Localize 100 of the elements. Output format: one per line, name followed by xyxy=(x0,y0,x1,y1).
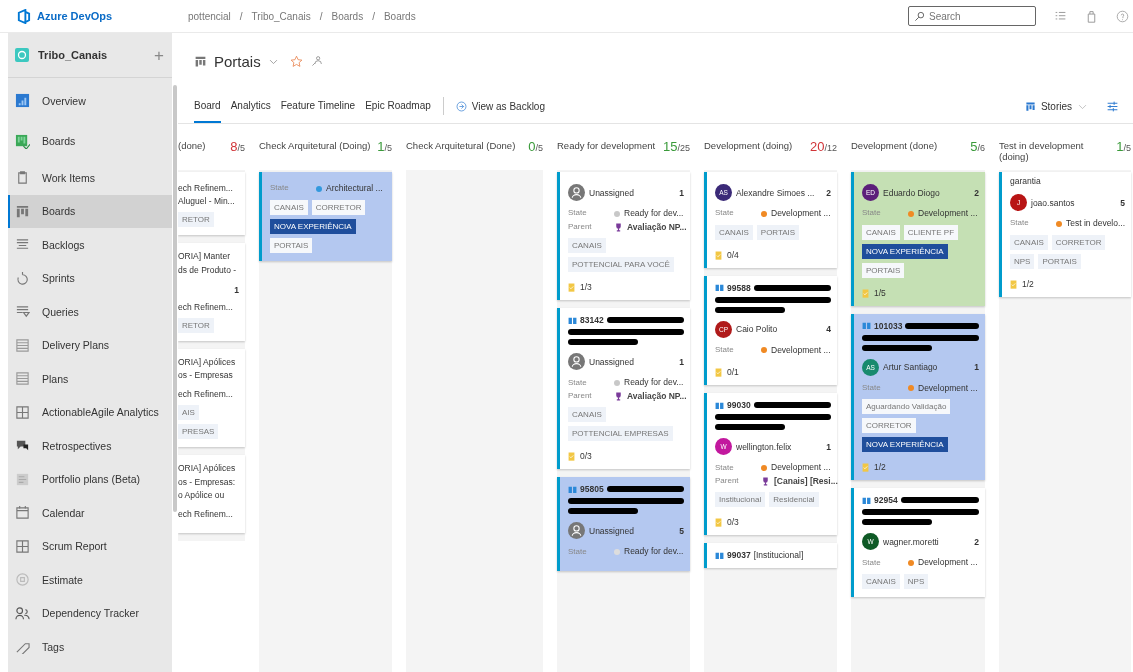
tag[interactable]: NOVA EXPERIÊNCIA xyxy=(270,218,356,234)
tag[interactable]: PORTAIS xyxy=(862,262,905,278)
tag[interactable]: CANAIS xyxy=(862,573,900,589)
tag[interactable]: CORRETOR xyxy=(862,418,916,434)
breadcrumb-link[interactable]: Boards xyxy=(331,10,364,22)
work-item-card[interactable]: ORIA] Apólices os - Empresas: o Apólice ou ech Refinem... xyxy=(178,455,245,534)
nav-item[interactable]: Boards xyxy=(8,124,172,158)
tag[interactable]: CANAIS xyxy=(862,224,900,240)
task-progress[interactable]: 0/3 xyxy=(580,451,592,462)
assignee-name[interactable]: Alexandre Simoes ... xyxy=(736,187,823,198)
logo-icon[interactable] xyxy=(16,8,31,24)
tag[interactable]: CANAIS xyxy=(270,199,308,215)
work-item-id[interactable]: 92954 xyxy=(874,495,898,506)
breadcrumb-link[interactable]: Tribo_Canais xyxy=(251,10,311,22)
nav-item[interactable]: Scrum Report xyxy=(8,529,172,563)
assignee-name[interactable]: Unassigned xyxy=(589,525,676,536)
work-item-card[interactable]: 95805 Unassigned 5 State Ready for dev... xyxy=(557,477,690,571)
work-item-title[interactable]: garantia xyxy=(1010,176,1125,186)
task-progress[interactable]: 1/2 xyxy=(1022,278,1034,289)
work-item-card[interactable]: State Architectural ... CANAIS CORRETOR NOVA EXPERIÊNCIA PORTAIS xyxy=(259,172,392,261)
work-item-id[interactable]: 99037 xyxy=(727,550,751,561)
work-item-card[interactable]: ech Refinem... Aluguel - Min... RETOR xyxy=(178,172,245,236)
nav-item[interactable]: Plans xyxy=(8,362,172,396)
work-item-card[interactable]: 83142 Unassigned 1 State Ready for dev... Parent Avaliação NP... CANAIS POTTENCIAL EMPRESAS 0/3 xyxy=(557,308,690,470)
tag[interactable]: PORTAIS xyxy=(756,224,800,240)
bag-icon[interactable] xyxy=(1085,9,1098,23)
work-item-card[interactable]: 99037 [Institucional] xyxy=(704,543,837,569)
help-icon[interactable] xyxy=(1116,9,1129,23)
tag[interactable]: CANAIS xyxy=(568,407,606,423)
tag[interactable]: CORRETOR xyxy=(311,199,366,215)
nav-item[interactable]: Retrospectives xyxy=(8,429,172,463)
nav-item[interactable]: ActionableAgile Analytics xyxy=(8,395,172,429)
tag[interactable]: NPS xyxy=(1010,253,1035,269)
assignee-name[interactable]: wellington.felix xyxy=(736,441,823,452)
star-icon[interactable] xyxy=(289,54,303,68)
nav-item[interactable]: Tags xyxy=(8,630,172,664)
nav-item[interactable]: Sprints xyxy=(8,261,172,295)
assignee-name[interactable]: Artur Santiago xyxy=(883,362,971,373)
tag[interactable]: AIS xyxy=(178,405,199,421)
work-item-title[interactable]: [Institucional] xyxy=(753,550,804,561)
work-item-id[interactable]: 83142 xyxy=(580,315,604,326)
nav-item[interactable]: Boards xyxy=(8,194,172,228)
search-field[interactable]: Search xyxy=(908,6,1036,26)
assignee-name[interactable]: Caio Polito xyxy=(736,324,823,335)
work-item-card[interactable]: Unassigned 1 State Ready for dev... Parent Avaliação NP... CANAIS POTTENCIAL PARA VOCÊ 1/3 xyxy=(557,172,690,301)
tag[interactable]: CANAIS xyxy=(568,238,606,254)
settings-icon[interactable] xyxy=(1106,99,1119,113)
list-icon[interactable] xyxy=(1054,9,1067,23)
nav-item[interactable]: Queries xyxy=(8,295,172,329)
tag[interactable]: Aguardando Validação xyxy=(862,399,951,415)
assignee-name[interactable]: wagner.moretti xyxy=(883,536,971,547)
work-item-id[interactable]: 101033 xyxy=(874,320,903,331)
task-progress[interactable]: 0/4 xyxy=(727,249,739,260)
scrollbar[interactable] xyxy=(173,85,177,512)
nav-item[interactable]: Portfolio plans (Beta) xyxy=(8,462,172,496)
nav-item[interactable]: Delivery Plans xyxy=(8,328,172,362)
board-title[interactable]: Portais xyxy=(214,52,261,70)
project-name[interactable]: Tribo_Canais xyxy=(38,49,147,61)
tab[interactable]: Epic Roadmap xyxy=(365,89,431,123)
tag[interactable]: NPS xyxy=(903,573,929,589)
work-item-id[interactable]: 99588 xyxy=(727,282,751,293)
task-progress[interactable]: 1/3 xyxy=(580,282,592,293)
nav-item[interactable]: Backlogs xyxy=(8,228,172,262)
task-progress[interactable]: 1/5 xyxy=(874,287,886,298)
assignee-name[interactable]: joao.santos xyxy=(1031,197,1117,208)
nav-item[interactable]: Estimate xyxy=(8,563,172,597)
tag[interactable]: CLIENTE PF xyxy=(903,224,959,240)
tab[interactable]: Feature Timeline xyxy=(280,89,356,123)
tag[interactable]: PRESAS xyxy=(178,424,219,440)
work-item-card[interactable]: ORIA] Apólices os - Empresas ech Refinem... AIS PRESAS xyxy=(178,348,245,448)
tag[interactable]: POTTENCIAL PARA VOCÊ xyxy=(568,257,674,273)
person-icon[interactable] xyxy=(309,54,323,68)
assignee-name[interactable]: Unassigned xyxy=(589,356,676,367)
tag[interactable]: PORTAIS xyxy=(270,237,313,253)
assignee-name[interactable]: Unassigned xyxy=(589,187,676,198)
work-item-id[interactable]: 95805 xyxy=(580,484,604,495)
tag[interactable]: NOVA EXPERIÊNCIA xyxy=(862,243,948,259)
tag[interactable]: CANAIS xyxy=(715,224,753,240)
product-name[interactable]: Azure DevOps xyxy=(37,10,113,22)
tag[interactable]: RETOR xyxy=(178,212,214,228)
tag[interactable]: CORRETOR xyxy=(1051,234,1106,250)
tab[interactable]: Analytics xyxy=(230,89,271,123)
task-progress[interactable]: 1/2 xyxy=(874,462,886,473)
breadcrumb-link[interactable]: pottencial xyxy=(188,10,231,22)
tag[interactable]: CANAIS xyxy=(1010,234,1048,250)
nav-item[interactable]: Calendar xyxy=(8,496,172,530)
tag[interactable]: PORTAIS xyxy=(1038,253,1081,269)
level-picker[interactable]: Stories xyxy=(1024,100,1088,112)
tag[interactable]: Institucional xyxy=(715,492,766,508)
assignee-name[interactable]: Eduardo Diogo xyxy=(883,187,971,198)
work-item-card[interactable]: ORIA] Manter ds de Produto - 1 ech Refinem... RETOR xyxy=(178,243,245,341)
breadcrumb-link[interactable]: Boards xyxy=(383,10,416,22)
tab[interactable]: Board xyxy=(194,89,221,123)
task-progress[interactable]: 0/1 xyxy=(727,367,739,378)
tag[interactable]: Residencial xyxy=(769,492,819,508)
tag[interactable]: RETOR xyxy=(178,317,214,333)
tag[interactable]: POTTENCIAL EMPRESAS xyxy=(568,426,673,442)
nav-item[interactable]: Work Items xyxy=(8,161,172,195)
tag[interactable]: NOVA EXPERIÊNCIA xyxy=(862,437,948,453)
view-as-backlog-button[interactable]: View as Backlog xyxy=(455,100,545,112)
